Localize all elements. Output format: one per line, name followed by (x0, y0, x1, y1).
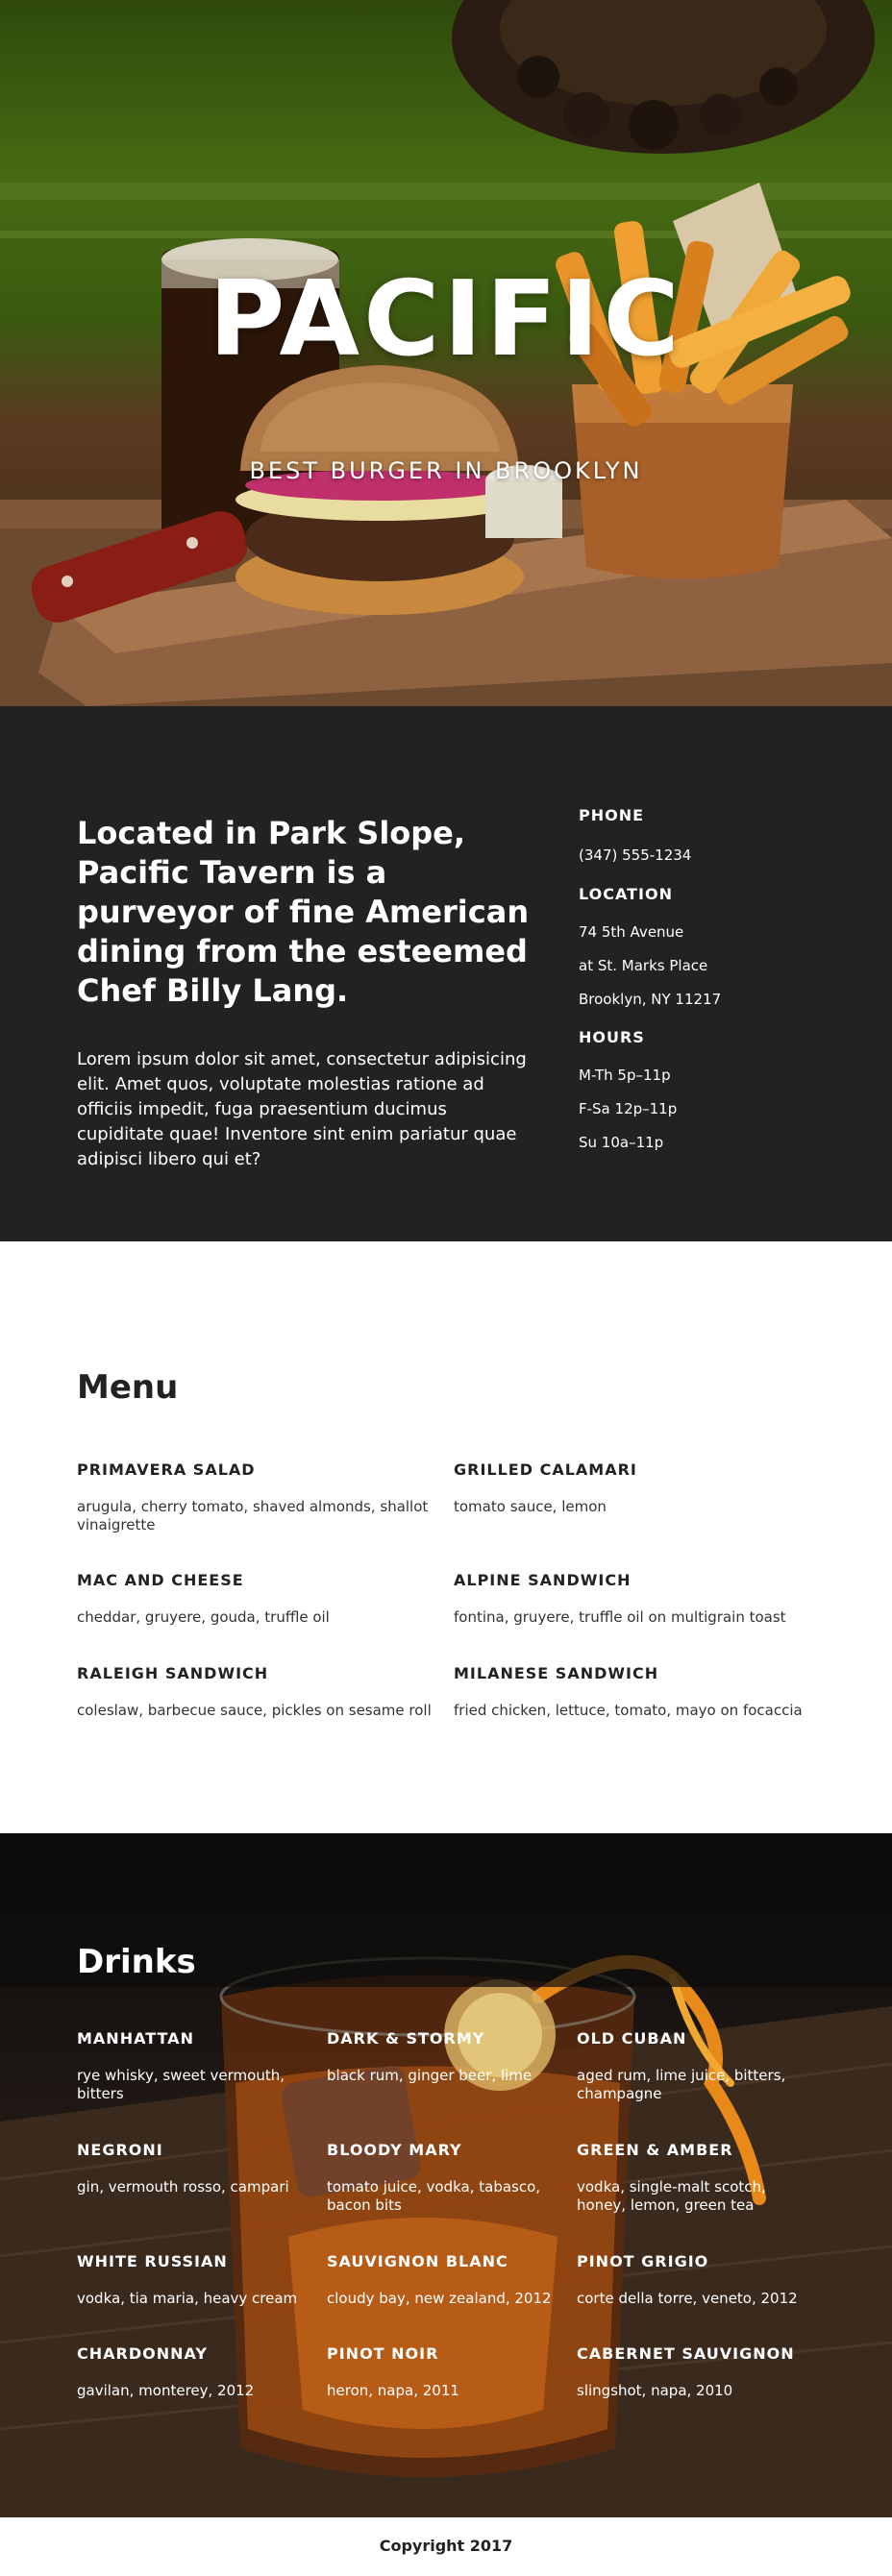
hero-title: PACIFIC (209, 259, 683, 380)
menu-item-name: MILANESE SANDWICH (454, 1664, 659, 1682)
menu-item-description: fried chicken, lettuce, tomato, mayo on … (454, 1702, 803, 1719)
drink-item: CABERNET SAUVIGNON slingshot, napa, 2010 (577, 2344, 807, 2400)
phone-label: PHONE (579, 806, 645, 824)
drink-name: OLD CUBAN (577, 2029, 687, 2048)
menu-item: RALEIGH SANDWICH coleslaw, barbecue sauc… (77, 1664, 442, 1720)
drink-item: PINOT NOIR heron, napa, 2011 (327, 2344, 558, 2400)
drink-item: MANHATTAN rye whisky, sweet vermouth, bi… (77, 2029, 308, 2103)
drink-item: WHITE RUSSIAN vodka, tia maria, heavy cr… (77, 2252, 308, 2308)
drink-item: NEGRONI gin, vermouth rosso, campari (77, 2141, 308, 2196)
drink-name: CHARDONNAY (77, 2344, 208, 2363)
drink-name: MANHATTAN (77, 2029, 194, 2048)
drink-description: gin, vermouth rosso, campari (77, 2178, 289, 2196)
menu-item-description: tomato sauce, lemon (454, 1498, 607, 1515)
drink-name: PINOT NOIR (327, 2344, 439, 2363)
address-line: Brooklyn, NY 11217 (579, 991, 722, 1008)
menu-item-name: RALEIGH SANDWICH (77, 1664, 269, 1682)
drinks-section: Drinks MANHATTAN rye whisky, sweet vermo… (0, 1833, 892, 2517)
menu-item-name: GRILLED CALAMARI (454, 1460, 637, 1479)
drink-item: BLOODY MARY tomato juice, vodka, tabasco… (327, 2141, 558, 2215)
drink-description: cloudy bay, new zealand, 2012 (327, 2290, 552, 2307)
drink-name: CABERNET SAUVIGNON (577, 2344, 795, 2363)
menu-item-description: arugula, cherry tomato, shaved almonds, … (77, 1498, 429, 1533)
drink-description: aged rum, lime juice, bitters, champagne (577, 2067, 786, 2102)
drink-item: SAUVIGNON BLANC cloudy bay, new zealand,… (327, 2252, 558, 2308)
menu-item: MILANESE SANDWICH fried chicken, lettuce… (454, 1664, 819, 1720)
drink-description: corte della torre, veneto, 2012 (577, 2290, 798, 2307)
drink-description: vodka, tia maria, heavy cream (77, 2290, 298, 2307)
about-paragraph: Lorem ipsum dolor sit amet, consectetur … (77, 1049, 527, 1169)
about-heading: Located in Park Slope, Pacific Tavern is… (77, 815, 530, 1009)
drinks-title: Drinks (77, 1943, 196, 1981)
drink-item: GREEN & AMBER vodka, single-malt scotch,… (577, 2141, 807, 2215)
drink-name: WHITE RUSSIAN (77, 2252, 228, 2270)
copyright-text: Copyright 2017 (379, 2537, 513, 2555)
hours-label: HOURS (579, 1028, 645, 1046)
hours-line: F-Sa 12p–11p (579, 1100, 678, 1117)
drink-description: gavilan, monterey, 2012 (77, 2382, 255, 2399)
menu-item-description: cheddar, gruyere, gouda, truffle oil (77, 1608, 330, 1626)
about-section: Located in Park Slope, Pacific Tavern is… (0, 706, 892, 1241)
hero-section: PACIFIC BEST BURGER IN BROOKLYN (0, 0, 892, 706)
drink-description: slingshot, napa, 2010 (577, 2382, 733, 2399)
drink-item: DARK & STORMY black rum, ginger beer, li… (327, 2029, 558, 2085)
menu-item-description: fontina, gruyere, truffle oil on multigr… (454, 1608, 786, 1626)
menu-item-name: ALPINE SANDWICH (454, 1571, 632, 1589)
drink-name: SAUVIGNON BLANC (327, 2252, 508, 2270)
drink-name: PINOT GRIGIO (577, 2252, 709, 2270)
drink-description: tomato juice, vodka, tabasco, bacon bits (327, 2178, 541, 2214)
menu-item: MAC AND CHEESE cheddar, gruyere, gouda, … (77, 1571, 442, 1627)
hours-line: Su 10a–11p (579, 1134, 664, 1151)
menu-item-description: coleslaw, barbecue sauce, pickles on ses… (77, 1702, 432, 1719)
drink-item: CHARDONNAY gavilan, monterey, 2012 (77, 2344, 308, 2400)
hero-subtitle: BEST BURGER IN BROOKLYN (249, 457, 643, 484)
drink-description: vodka, single-malt scotch, honey, lemon,… (577, 2178, 766, 2214)
menu-title: Menu (77, 1368, 179, 1407)
address-line: 74 5th Avenue (579, 923, 684, 941)
drink-name: BLOODY MARY (327, 2141, 462, 2159)
menu-item-name: PRIMAVERA SALAD (77, 1460, 256, 1479)
drink-name: NEGRONI (77, 2141, 163, 2159)
drink-description: black rum, ginger beer, lime (327, 2067, 533, 2084)
drink-item: OLD CUBAN aged rum, lime juice, bitters,… (577, 2029, 807, 2103)
address-line: at St. Marks Place (579, 957, 708, 974)
menu-item: GRILLED CALAMARI tomato sauce, lemon (454, 1460, 819, 1516)
menu-item-name: MAC AND CHEESE (77, 1571, 244, 1589)
drink-name: GREEN & AMBER (577, 2141, 733, 2159)
drink-name: DARK & STORMY (327, 2029, 485, 2048)
phone-number[interactable]: (347) 555-1234 (579, 846, 848, 866)
hours-line: M-Th 5p–11p (579, 1067, 671, 1084)
drink-item: PINOT GRIGIO corte della torre, veneto, … (577, 2252, 807, 2308)
location-label: LOCATION (579, 885, 673, 903)
menu-section: Menu PRIMAVERA SALAD arugula, cherry tom… (0, 1241, 892, 1833)
drink-description: heron, napa, 2011 (327, 2382, 459, 2399)
menu-item: ALPINE SANDWICH fontina, gruyere, truffl… (454, 1571, 819, 1627)
contact-info: PHONE (347) 555-1234 LOCATION 74 5th Ave… (579, 806, 848, 1153)
drink-description: rye whisky, sweet vermouth, bitters (77, 2067, 285, 2102)
footer: Copyright 2017 (0, 2517, 892, 2576)
about-intro: Located in Park Slope, Pacific Tavern is… (77, 814, 538, 1172)
menu-item: PRIMAVERA SALAD arugula, cherry tomato, … (77, 1460, 442, 1534)
